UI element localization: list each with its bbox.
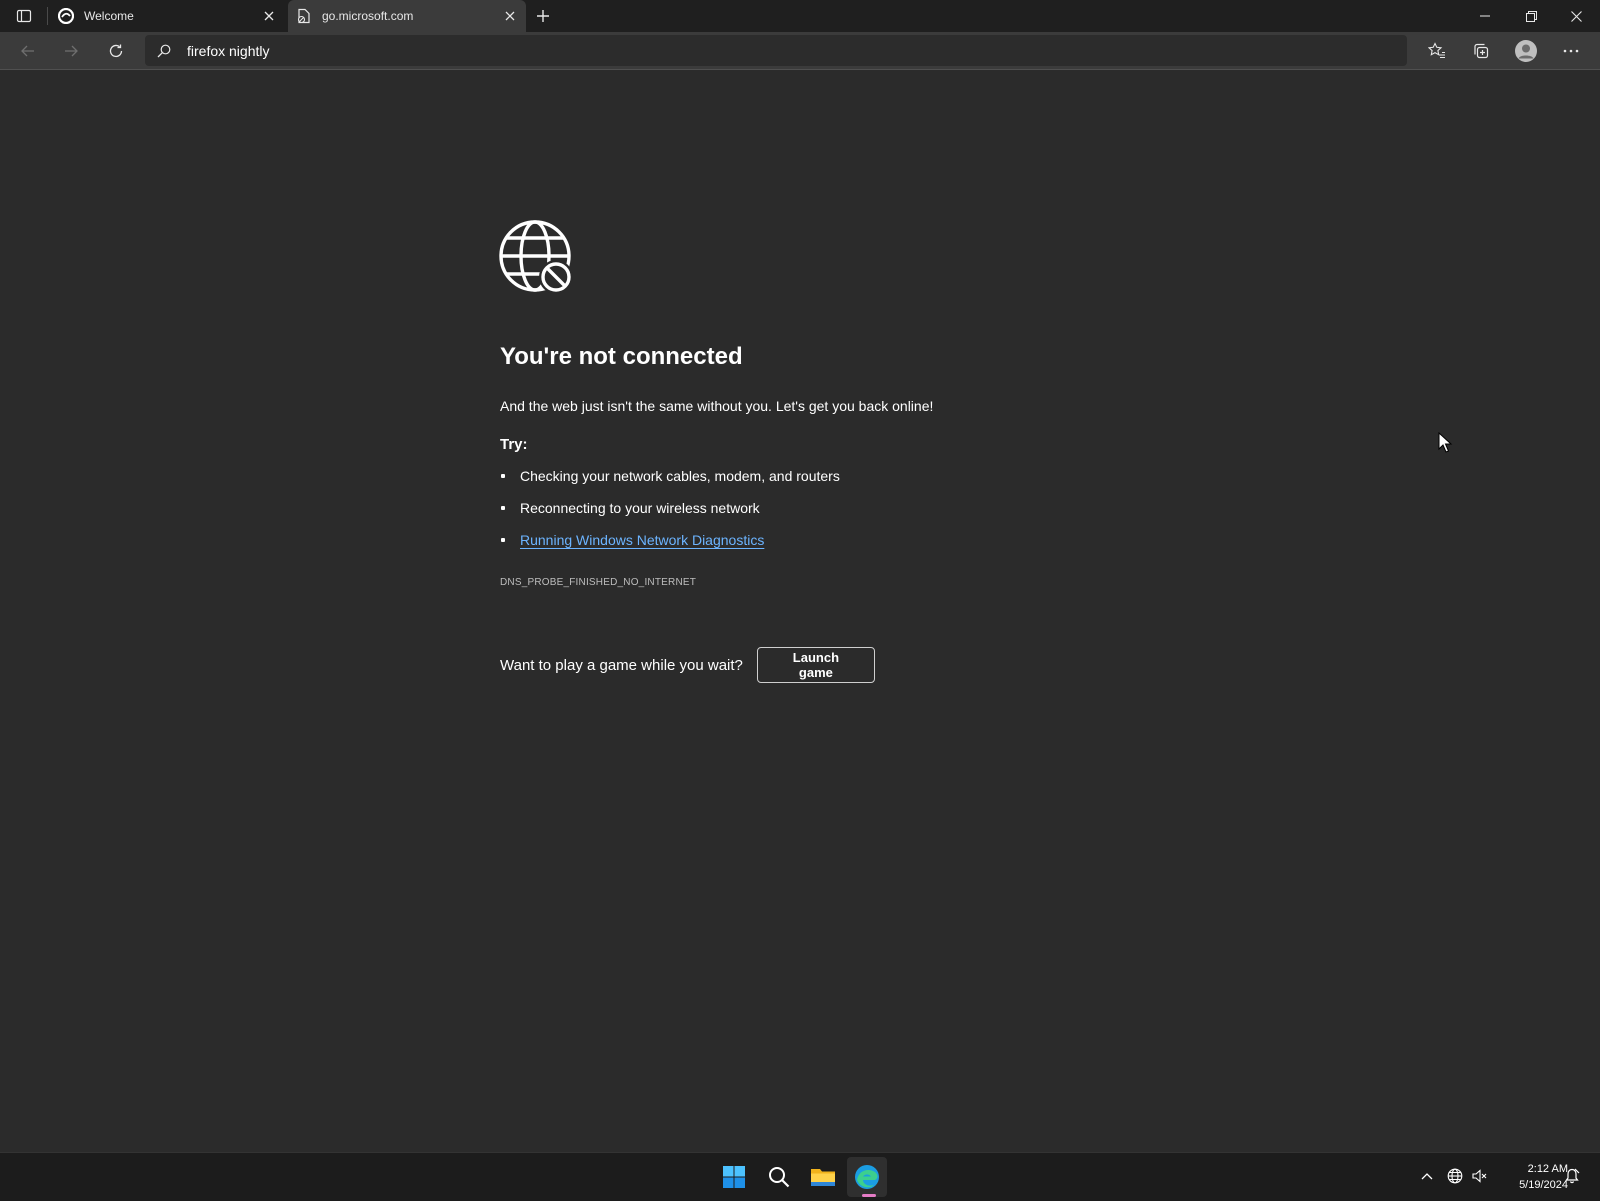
- network-globe-icon[interactable]: [1445, 1166, 1465, 1186]
- minimize-icon[interactable]: [1465, 4, 1505, 28]
- file-explorer-icon[interactable]: [803, 1157, 843, 1197]
- address-input[interactable]: firefox nightly: [187, 43, 269, 59]
- list-item: Reconnecting to your wireless network: [500, 492, 840, 524]
- page-content: You're not connected And the web just is…: [0, 70, 1600, 1152]
- error-description: And the web just isn't the same without …: [500, 398, 934, 414]
- list-item: Checking your network cables, modem, and…: [500, 460, 840, 492]
- tab-actions-icon[interactable]: [12, 6, 36, 26]
- clock-date: 5/19/2024: [1519, 1179, 1568, 1191]
- list-item: Running Windows Network Diagnostics: [500, 524, 840, 556]
- globe-blocked-icon: [499, 220, 575, 296]
- tab-separator: [47, 7, 48, 25]
- refresh-icon[interactable]: [102, 37, 130, 65]
- new-tab-icon[interactable]: [532, 5, 554, 27]
- suggestion-list: Checking your network cables, modem, and…: [500, 460, 840, 556]
- tab-go-microsoft[interactable]: go.microsoft.com: [288, 0, 526, 32]
- game-row: Want to play a game while you wait? Laun…: [500, 647, 875, 683]
- suggestion-text: Reconnecting to your wireless network: [520, 500, 760, 516]
- page-title: You're not connected: [500, 343, 743, 370]
- back-arrow-icon[interactable]: [14, 37, 42, 65]
- more-options-icon[interactable]: [1557, 37, 1585, 65]
- tab-title: go.microsoft.com: [322, 9, 414, 23]
- windows-start-icon[interactable]: [714, 1157, 754, 1197]
- forward-arrow-icon[interactable]: [57, 37, 85, 65]
- edge-icon[interactable]: [847, 1157, 887, 1197]
- clock-time: 2:12 AM: [1527, 1163, 1568, 1175]
- taskbar-search-icon[interactable]: [759, 1157, 799, 1197]
- chevron-up-icon[interactable]: [1417, 1166, 1437, 1186]
- browser-toolbar: firefox nightly: [0, 32, 1600, 70]
- favorites-icon[interactable]: [1423, 37, 1451, 65]
- volume-muted-icon[interactable]: [1469, 1166, 1489, 1186]
- taskbar: 2:12 AM 5/19/2024: [0, 1152, 1600, 1201]
- collections-icon[interactable]: [1467, 37, 1495, 65]
- restore-icon[interactable]: [1511, 4, 1551, 28]
- network-diagnostics-link[interactable]: Running Windows Network Diagnostics: [520, 532, 764, 548]
- page-error-icon: [296, 8, 312, 24]
- tab-title: Welcome: [84, 9, 134, 23]
- close-window-icon[interactable]: [1556, 4, 1596, 28]
- close-tab-icon[interactable]: [259, 6, 279, 26]
- close-tab-icon[interactable]: [500, 6, 520, 26]
- tab-strip: Welcome go.microsoft.com: [0, 0, 1600, 32]
- mouse-cursor-icon: [1438, 431, 1454, 454]
- game-prompt: Want to play a game while you wait?: [500, 656, 743, 674]
- address-bar[interactable]: firefox nightly: [145, 35, 1407, 66]
- notification-icon[interactable]: [1562, 1166, 1582, 1186]
- launch-game-button[interactable]: Launch game: [756, 647, 875, 683]
- tab-welcome[interactable]: Welcome: [50, 0, 285, 32]
- profile-icon[interactable]: [1512, 37, 1540, 65]
- search-icon: [157, 43, 173, 59]
- taskbar-clock[interactable]: 2:12 AM 5/19/2024: [1496, 1161, 1568, 1193]
- try-label: Try:: [500, 436, 528, 453]
- error-code: DNS_PROBE_FINISHED_NO_INTERNET: [500, 577, 697, 588]
- edge-welcome-icon: [58, 8, 74, 24]
- active-app-indicator: [862, 1194, 876, 1197]
- suggestion-text: Checking your network cables, modem, and…: [520, 468, 840, 484]
